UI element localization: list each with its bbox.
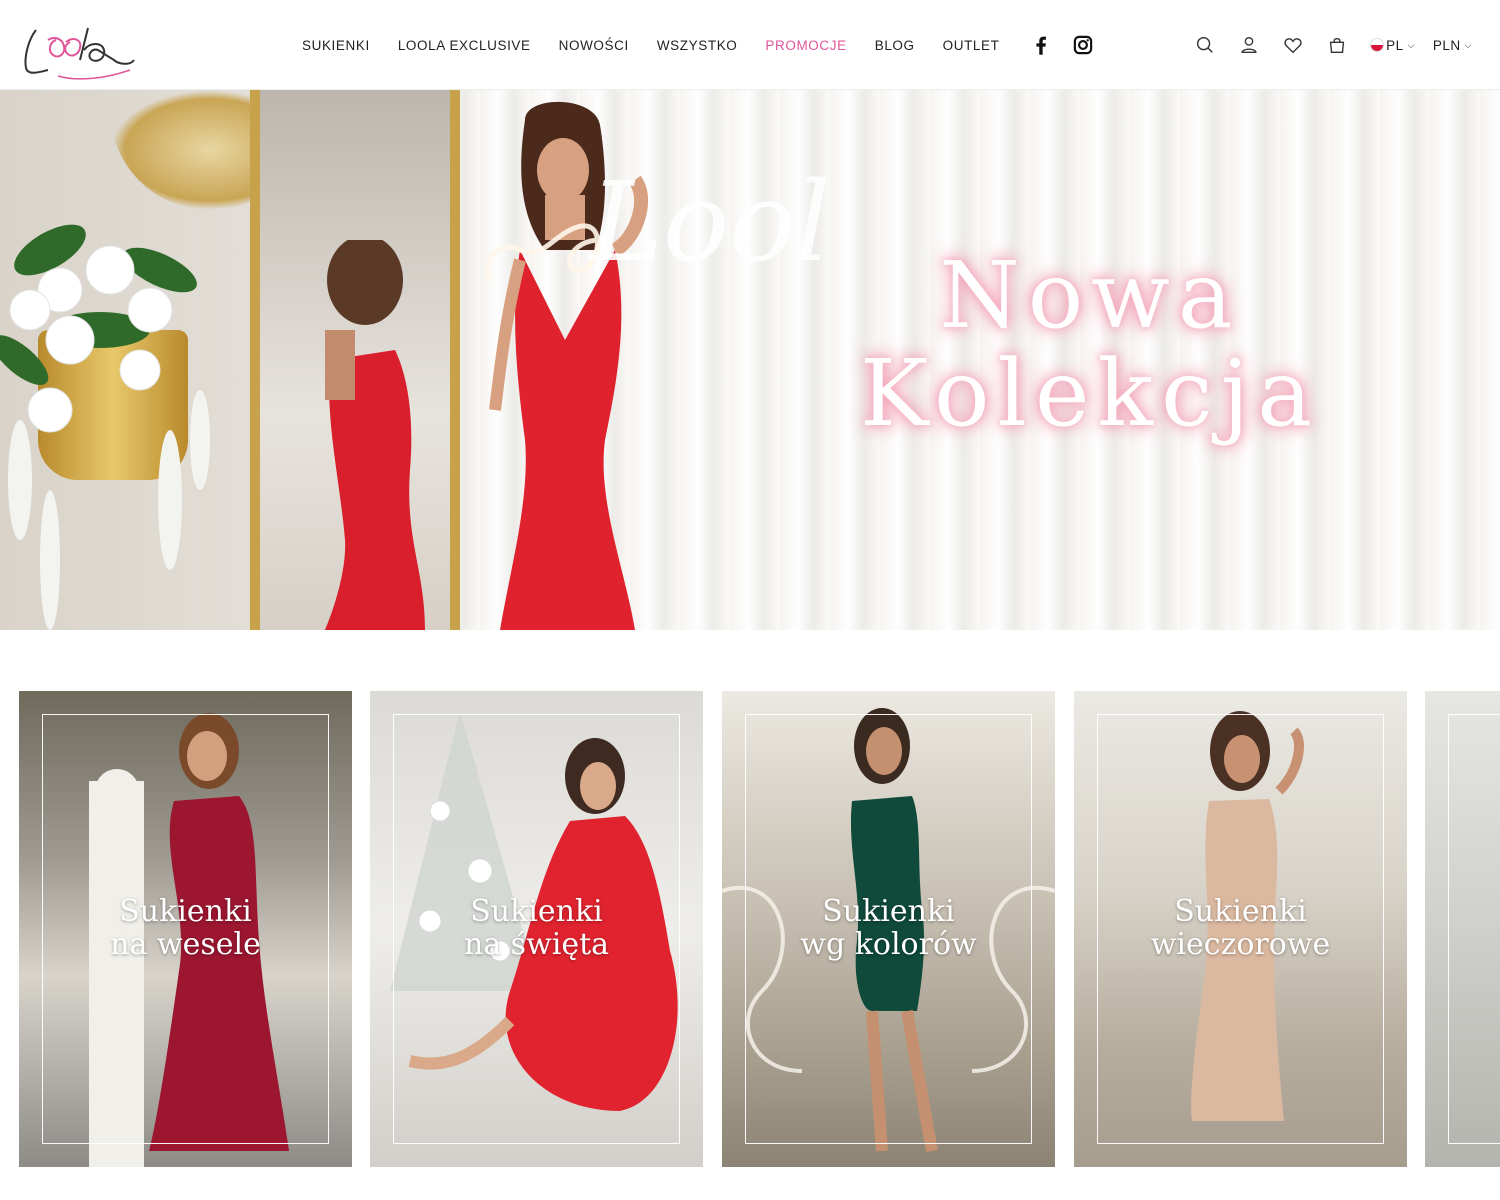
search-icon[interactable] <box>1194 34 1216 56</box>
hero-neon-logo: Loola <box>484 158 830 286</box>
tile-label-line1: Sukienki <box>822 894 955 929</box>
nav-sukienki[interactable]: SUKIENKI <box>302 38 370 53</box>
tile-frame <box>1448 714 1500 1144</box>
main-nav: SUKIENKI LOOLA EXCLUSIVE NOWOŚCI WSZYSTK… <box>302 0 1096 90</box>
category-tiles: Sukienki na wesele Sukienki na święta Su… <box>0 691 1500 1167</box>
heart-icon[interactable] <box>1282 34 1304 56</box>
poland-flag-icon <box>1370 38 1385 52</box>
language-label: PL <box>1386 37 1404 53</box>
chevron-down-icon: ⌵ <box>1407 39 1415 50</box>
site-header: SUKIENKI LOOLA EXCLUSIVE NOWOŚCI WSZYSTK… <box>0 0 1500 90</box>
nav-nowosci[interactable]: NOWOŚCI <box>559 38 629 53</box>
hero-flowers <box>0 224 210 630</box>
tile-label: Sukienki na wesele <box>19 895 352 961</box>
nav-outlet[interactable]: OUTLET <box>943 38 1000 53</box>
header-tools: PL ⌵ PLN ⌵ <box>1172 0 1472 90</box>
hero-title-line1: Nowa <box>939 242 1241 349</box>
tile-label: Sukienki na święta <box>370 895 703 961</box>
nav-wszystko[interactable]: WSZYSTKO <box>657 38 738 53</box>
hero-title-line2: Kolekcja <box>859 340 1321 447</box>
tile-label-line2: wg kolorów <box>800 927 977 962</box>
tile-label: Sukienki wieczorowe <box>1074 895 1407 961</box>
instagram-icon[interactable] <box>1070 32 1096 58</box>
tile-label-line2: na wesele <box>110 927 261 962</box>
category-tile-evening[interactable]: Sukienki wieczorowe <box>1074 691 1407 1167</box>
language-selector[interactable]: PL ⌵ <box>1370 38 1415 53</box>
hero-title: Nowa Kolekcja <box>800 250 1380 440</box>
tile-label-line1: Sukienki <box>1174 894 1307 929</box>
nav-promocje[interactable]: PROMOCJE <box>765 38 846 53</box>
category-tile-by-color[interactable]: Sukienki wg kolorów <box>722 691 1055 1167</box>
tile-label-line1: Sukienki <box>470 894 603 929</box>
chevron-down-icon: ⌵ <box>1464 39 1472 50</box>
loola-logo[interactable] <box>18 20 138 84</box>
tile-label-line2: wieczorowe <box>1150 927 1331 962</box>
category-tile-holidays[interactable]: Sukienki na święta <box>370 691 703 1167</box>
shopping-bag-icon[interactable] <box>1326 34 1348 56</box>
hero-neon-logo-text: Loola <box>588 158 830 286</box>
hero-model-reflection <box>325 240 425 630</box>
tile-label-line2: na święta <box>463 927 610 962</box>
currency-selector[interactable]: PLN ⌵ <box>1433 38 1472 53</box>
currency-label: PLN <box>1432 37 1461 53</box>
nav-loola-exclusive[interactable]: LOOLA EXCLUSIVE <box>398 38 531 53</box>
tile-label: Sukienki wg kolorów <box>722 895 1055 961</box>
loola-logo-mark <box>24 27 135 80</box>
user-icon[interactable] <box>1238 34 1260 56</box>
facebook-icon[interactable] <box>1028 32 1054 58</box>
social-links <box>1028 32 1096 58</box>
category-tile-partial[interactable] <box>1425 691 1500 1167</box>
hero-banner[interactable]: Loola Nowa Kolekcja <box>0 90 1500 630</box>
tile-label-line1: Sukienki <box>119 894 252 929</box>
nav-blog[interactable]: BLOG <box>875 38 915 53</box>
category-tile-wedding[interactable]: Sukienki na wesele <box>19 691 352 1167</box>
